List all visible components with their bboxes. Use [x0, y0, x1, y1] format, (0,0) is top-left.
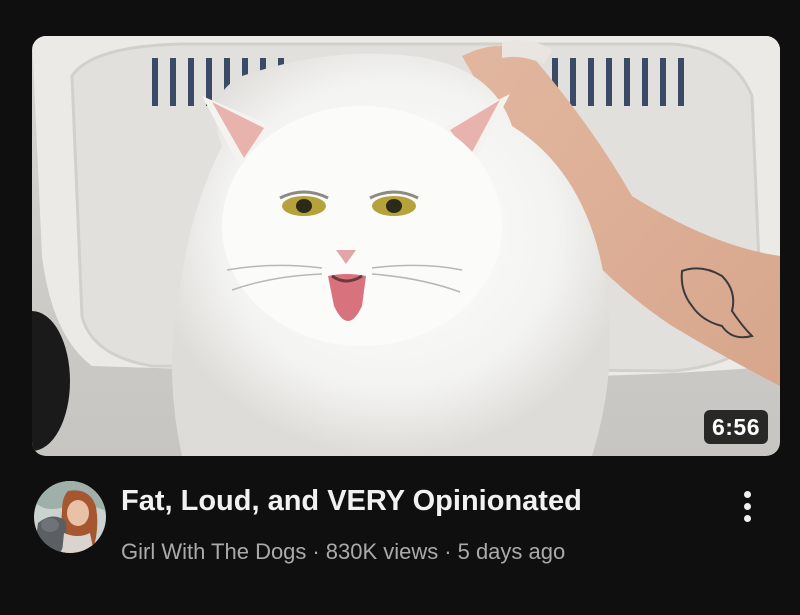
channel-avatar[interactable]	[34, 481, 106, 553]
video-metadata: Girl With The Dogs · 830K views · 5 days ago	[121, 538, 565, 566]
video-thumbnail[interactable]: 6:56	[32, 36, 780, 456]
avatar-image	[34, 481, 106, 553]
meta-separator: ·	[312, 539, 320, 564]
channel-name[interactable]: Girl With The Dogs	[121, 539, 306, 564]
upload-age: 5 days ago	[457, 539, 566, 564]
more-dot	[743, 514, 751, 522]
view-count: 830K views	[325, 539, 439, 564]
video-title[interactable]: Fat, Loud, and VERY Opinionated	[121, 484, 582, 518]
meta-separator: ·	[444, 539, 452, 564]
more-vert-icon[interactable]	[732, 484, 762, 528]
video-details: Fat, Loud, and VERY Opinionated Girl Wit…	[32, 472, 780, 582]
more-dot	[743, 502, 751, 510]
video-card: 6:56 Fat, Loud, and VERY Opinionated Gir…	[0, 0, 800, 615]
more-dot	[743, 490, 751, 498]
thumbnail-image	[32, 36, 780, 456]
duration-badge: 6:56	[703, 410, 768, 444]
